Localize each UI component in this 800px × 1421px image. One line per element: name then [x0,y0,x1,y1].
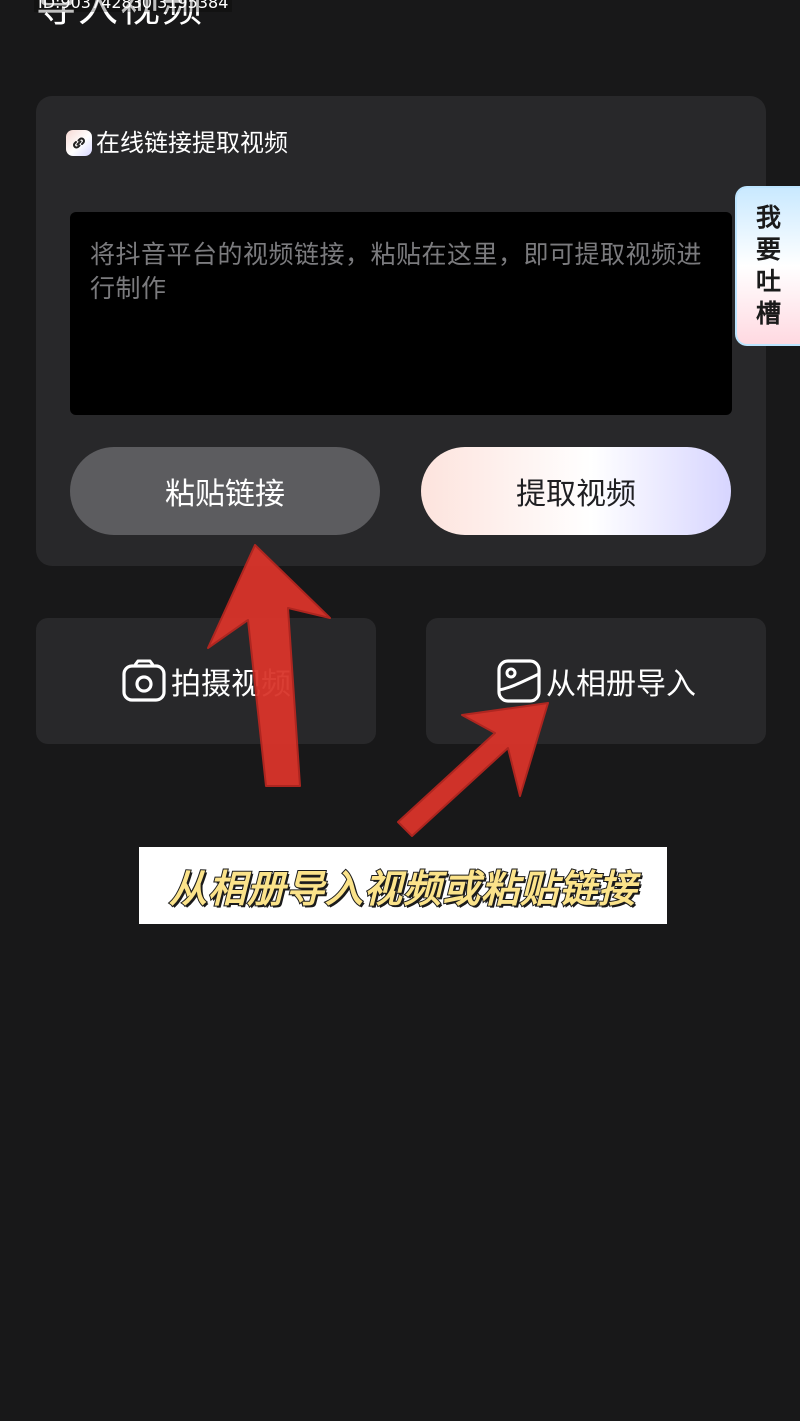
up-arrow [207,544,331,787]
caption-text: 从相册导入视频或粘贴链接 [168,866,637,912]
diagonal-arrow [397,702,549,837]
annotation-arrows [207,544,549,837]
tutorial-caption: 从相册导入视频或粘贴链接 [139,847,667,924]
